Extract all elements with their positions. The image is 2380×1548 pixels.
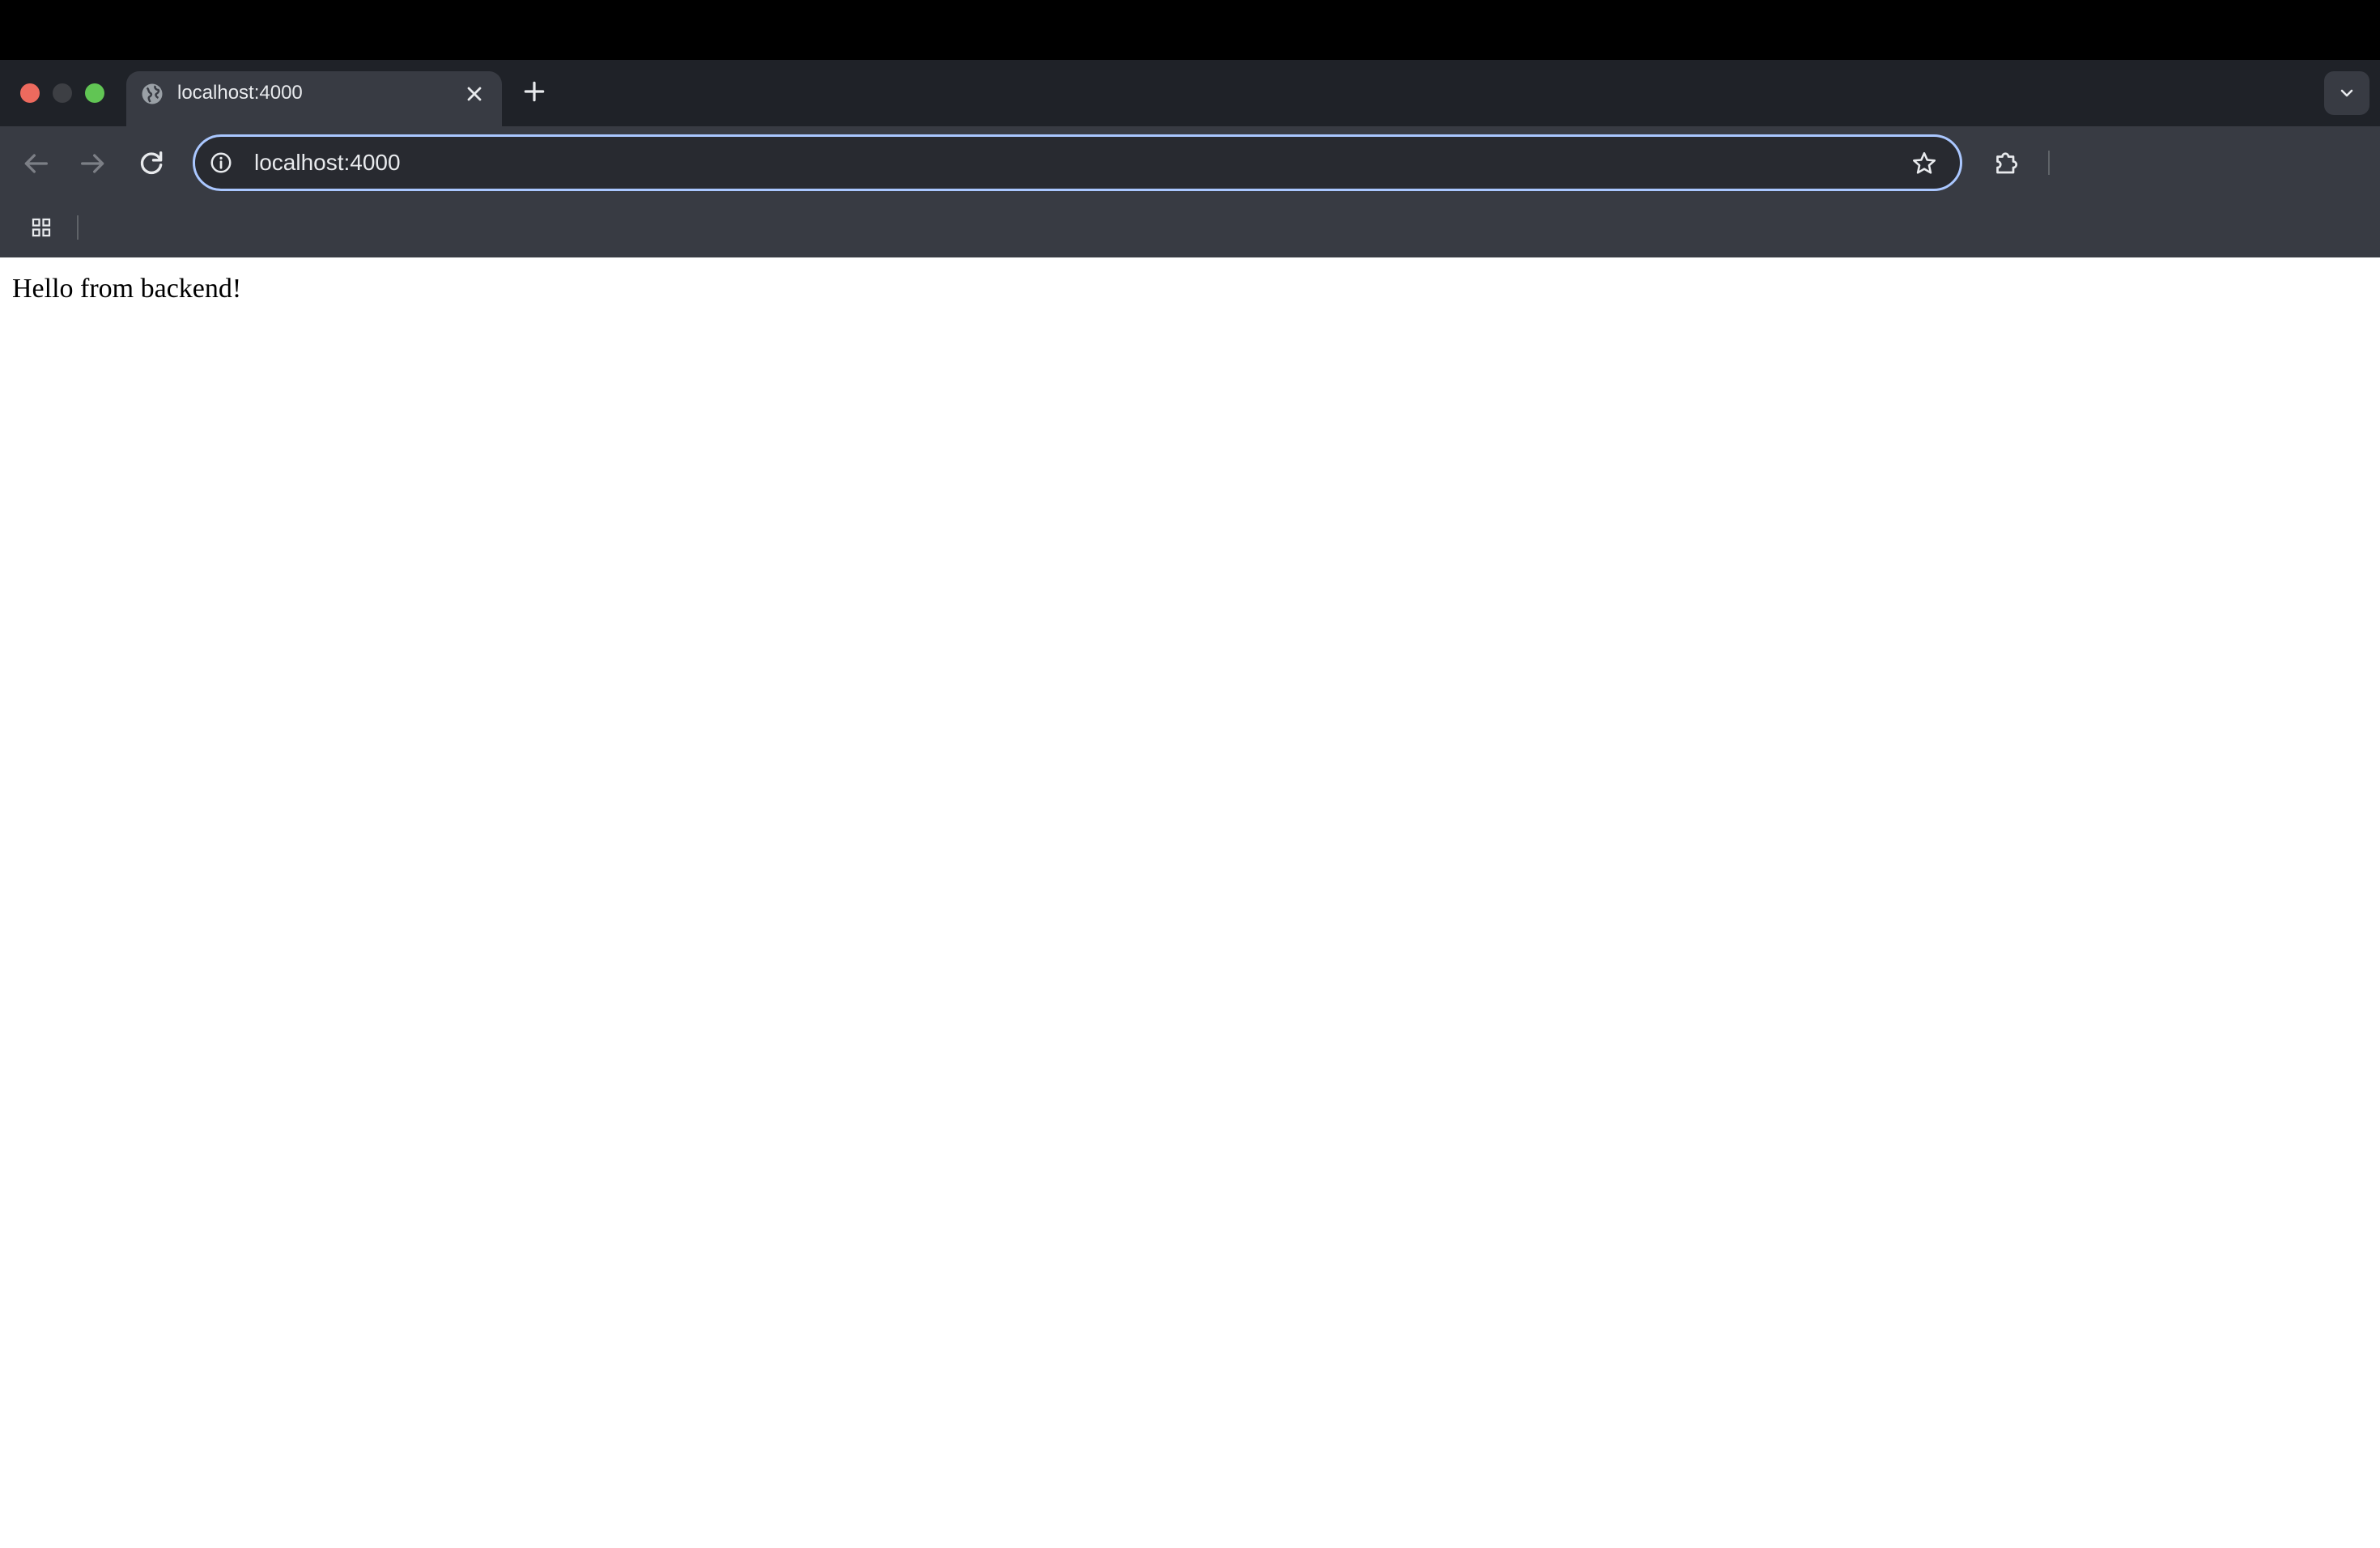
puzzle-icon[interactable] [1991,148,2021,177]
window-close-button[interactable] [20,83,40,103]
plus-icon[interactable] [521,79,547,104]
system-menu-bar [0,0,2380,60]
address-input[interactable] [254,146,1857,180]
tab-title: localhost:4000 [177,82,303,104]
close-icon[interactable] [463,83,486,105]
apps-grid-icon[interactable] [29,215,53,240]
page-body-text: Hello from backend! [12,274,242,304]
star-icon[interactable] [1910,150,1938,177]
bookmarks-divider [77,215,79,240]
info-icon[interactable] [209,151,233,175]
globe-icon [142,83,163,104]
arrow-left-icon[interactable] [19,147,52,180]
window-maximize-button[interactable] [85,83,104,103]
arrow-right-icon[interactable] [77,147,109,180]
chevron-down-icon [2340,89,2353,97]
window-minimize-button[interactable] [53,83,72,103]
tab-search-button[interactable] [2324,71,2369,115]
toolbar-divider [2048,151,2050,175]
reload-icon[interactable] [135,147,168,180]
